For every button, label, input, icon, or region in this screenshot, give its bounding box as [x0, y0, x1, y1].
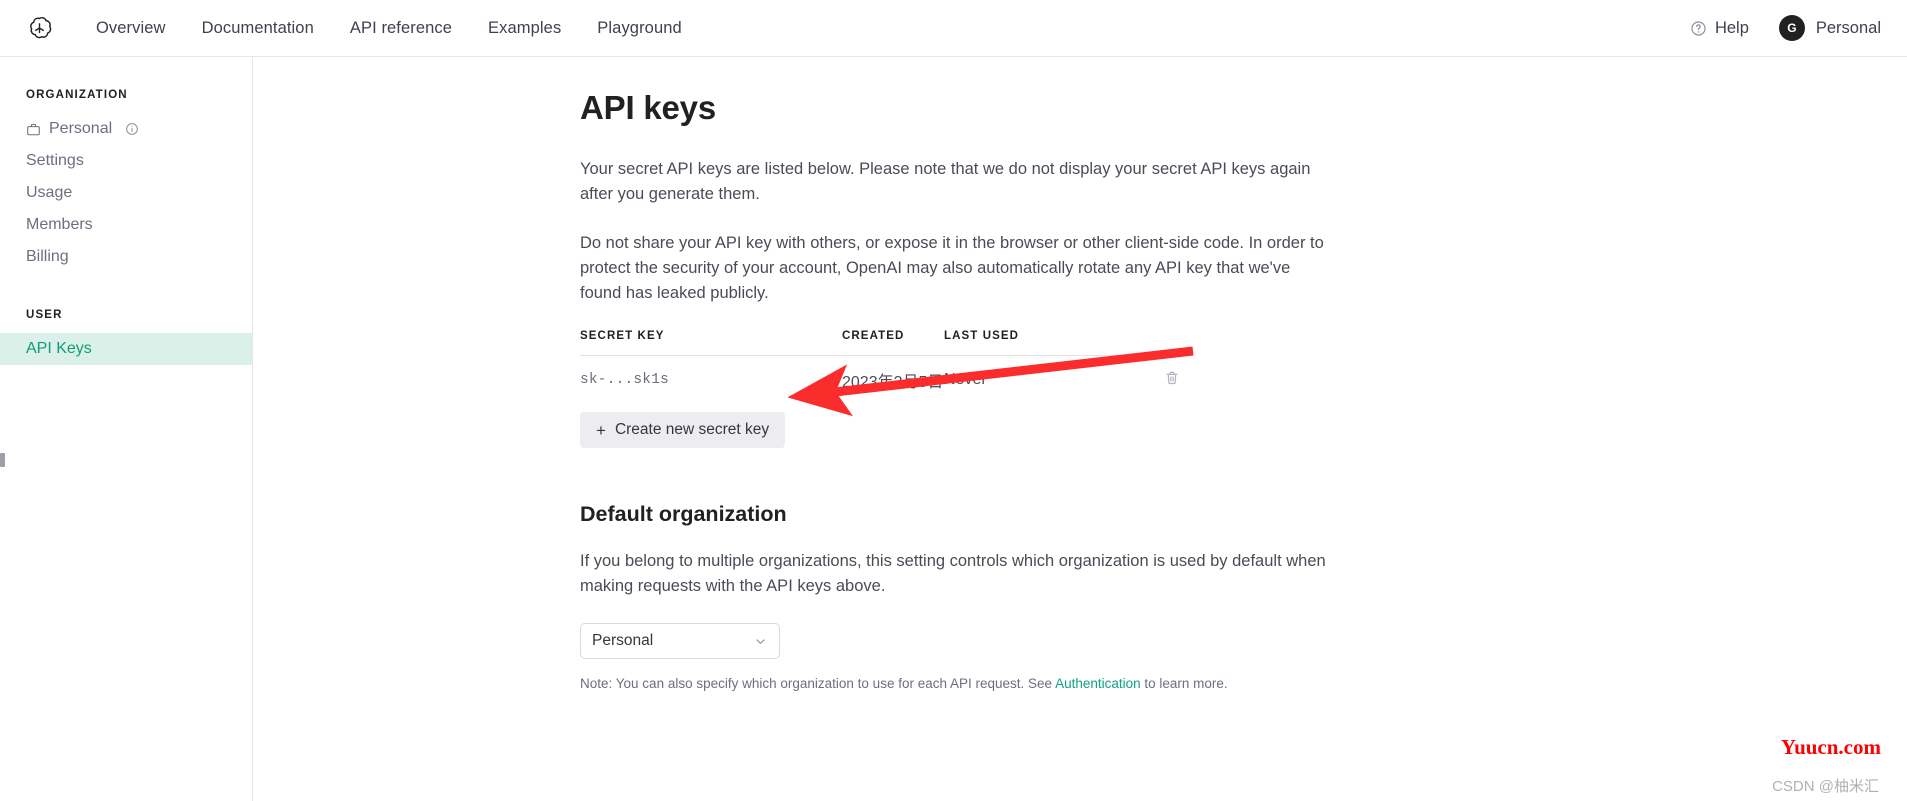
sidebar-item-usage[interactable]: Usage: [0, 177, 252, 209]
sidebar-item-settings[interactable]: Settings: [0, 145, 252, 177]
create-new-secret-key-button[interactable]: + Create new secret key: [580, 412, 786, 448]
cell-actions: [1084, 370, 1180, 391]
sidebar-item-label: Members: [26, 216, 93, 233]
column-header-secret-key: SECRET KEY: [580, 330, 665, 342]
sidebar-item-personal[interactable]: Personal: [0, 113, 252, 145]
table-row: sk-...sk1s 2023年3月5日 Never: [580, 356, 1180, 404]
create-button-label: Create new secret key: [614, 421, 770, 438]
default-organization-select[interactable]: Personal: [580, 623, 780, 659]
header-right-actions: Help G Personal: [1690, 15, 1881, 41]
nav-item-examples[interactable]: Examples: [488, 19, 561, 38]
sidebar-item-label: Billing: [26, 248, 69, 265]
sidebar-item-label: Settings: [26, 152, 84, 169]
openai-logo-icon[interactable]: [24, 13, 54, 43]
info-circle-icon[interactable]: [125, 122, 139, 136]
note-text-after: to learn more.: [1140, 676, 1228, 691]
nav-item-overview[interactable]: Overview: [96, 19, 166, 38]
note-text-before: Note: You can also specify which organiz…: [580, 676, 1056, 691]
sidebar-item-api-keys[interactable]: API Keys: [0, 333, 252, 365]
nav-item-playground[interactable]: Playground: [597, 19, 681, 38]
sidebar-heading-organization: ORGANIZATION: [26, 89, 128, 101]
sidebar-heading-user: USER: [26, 309, 63, 321]
intro-paragraph-2: Do not share your API key with others, o…: [580, 234, 1324, 302]
account-label: Personal: [1815, 18, 1881, 37]
page-title: API keys: [580, 89, 716, 126]
select-value: Personal: [592, 632, 654, 649]
briefcase-icon: [26, 122, 41, 137]
sidebar-item-label: Usage: [26, 184, 73, 201]
default-organization-description: If you belong to multiple organizations,…: [580, 552, 1326, 595]
column-header-last-used: LAST USED: [944, 330, 1020, 342]
nav-item-documentation[interactable]: Documentation: [202, 19, 314, 38]
plus-icon: +: [596, 420, 606, 440]
authentication-link[interactable]: Authentication: [1055, 676, 1141, 691]
table-header-row: SECRET KEY CREATED LAST USED: [580, 330, 1180, 356]
main-content: API keys Your secret API keys are listed…: [253, 57, 1907, 801]
account-menu[interactable]: G Personal: [1778, 15, 1881, 41]
chevron-down-icon: [753, 634, 768, 649]
main-nav: Overview Documentation API reference Exa…: [96, 19, 682, 38]
trash-icon[interactable]: [1164, 370, 1180, 386]
scrollbar-thumb[interactable]: [0, 453, 5, 467]
sidebar-item-label: Personal: [49, 120, 113, 137]
cell-created: 2023年3月5日: [842, 374, 944, 391]
help-button[interactable]: Help: [1690, 19, 1749, 38]
watermark-site: Yuucn.com: [1780, 735, 1881, 759]
sidebar-item-label: API Keys: [26, 340, 92, 357]
watermark-author: CSDN @柚米汇: [1772, 778, 1879, 795]
intro-paragraph-1: Your secret API keys are listed below. P…: [580, 160, 1311, 203]
default-organization-title: Default organization: [580, 502, 787, 526]
avatar: G: [1778, 15, 1805, 41]
cell-last-used: Never: [944, 371, 987, 388]
sidebar-item-billing[interactable]: Billing: [0, 241, 252, 273]
help-label: Help: [1714, 18, 1749, 37]
question-circle-icon: [1690, 20, 1707, 37]
sidebar: ORGANIZATION Personal Settings Usage Mem…: [0, 57, 253, 801]
default-organization-note: Note: You can also specify which organiz…: [580, 674, 1335, 694]
top-navigation-bar: Overview Documentation API reference Exa…: [0, 0, 1907, 57]
sidebar-item-members[interactable]: Members: [0, 209, 252, 241]
nav-item-api-reference[interactable]: API reference: [350, 19, 452, 38]
column-header-created: CREATED: [842, 330, 905, 342]
api-keys-table: SECRET KEY CREATED LAST USED sk-...sk1s …: [580, 330, 1180, 404]
cell-secret-key: sk-...sk1s: [580, 372, 670, 388]
